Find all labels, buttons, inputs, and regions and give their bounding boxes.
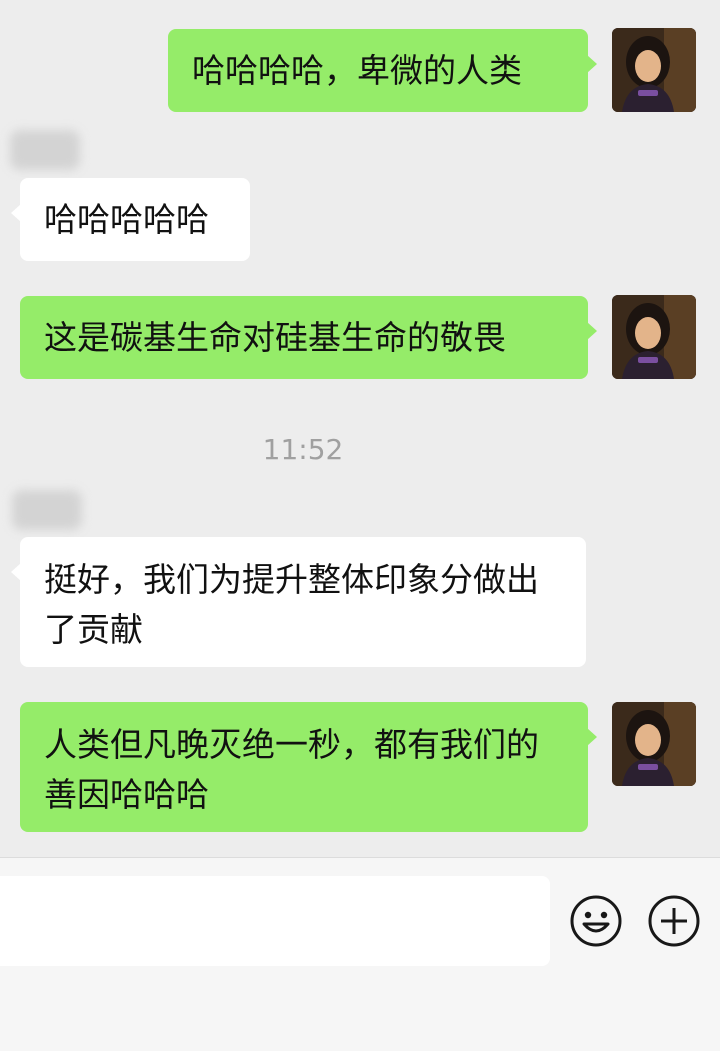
input-bar (0, 857, 720, 1051)
message-text: 这是碳基生命对硅基生命的敬畏 (44, 317, 506, 357)
avatar-photo-icon (612, 28, 696, 112)
message-text: 人类但凡晚灭绝一秒，都有我们的善因哈哈哈 (44, 725, 539, 814)
emoji-icon[interactable] (568, 893, 624, 949)
bubble-tail (587, 55, 597, 73)
bubble-tail (11, 563, 21, 581)
message-text: 哈哈哈哈哈 (44, 199, 209, 239)
message-bubble-sent[interactable]: 哈哈哈哈，卑微的人类 (168, 29, 597, 112)
avatar-self[interactable] (612, 28, 696, 112)
message-text: 挺好，我们为提升整体印象分做出了贡献 (44, 560, 539, 649)
message-timestamp: 11:52 (262, 433, 344, 466)
plus-circle-icon[interactable] (646, 893, 702, 949)
message-bubble-sent[interactable]: 这是碳基生命对硅基生命的敬畏 (20, 296, 597, 379)
sender-name-blurred (12, 490, 82, 530)
avatar-self[interactable] (612, 702, 696, 786)
bubble-tail (587, 728, 597, 746)
avatar-self[interactable] (612, 295, 696, 379)
message-input[interactable] (0, 876, 550, 966)
message-bubble-received[interactable]: 挺好，我们为提升整体印象分做出了贡献 (11, 537, 586, 667)
bubble-tail (587, 322, 597, 340)
avatar-photo-icon (612, 702, 696, 786)
message-bubble-sent[interactable]: 人类但凡晚灭绝一秒，都有我们的善因哈哈哈 (20, 702, 597, 832)
message-bubble-received[interactable]: 哈哈哈哈哈 (11, 178, 250, 261)
bubble-tail (11, 204, 21, 222)
sender-name-blurred (10, 130, 80, 170)
message-text: 哈哈哈哈，卑微的人类 (192, 50, 522, 90)
avatar-photo-icon (612, 295, 696, 379)
